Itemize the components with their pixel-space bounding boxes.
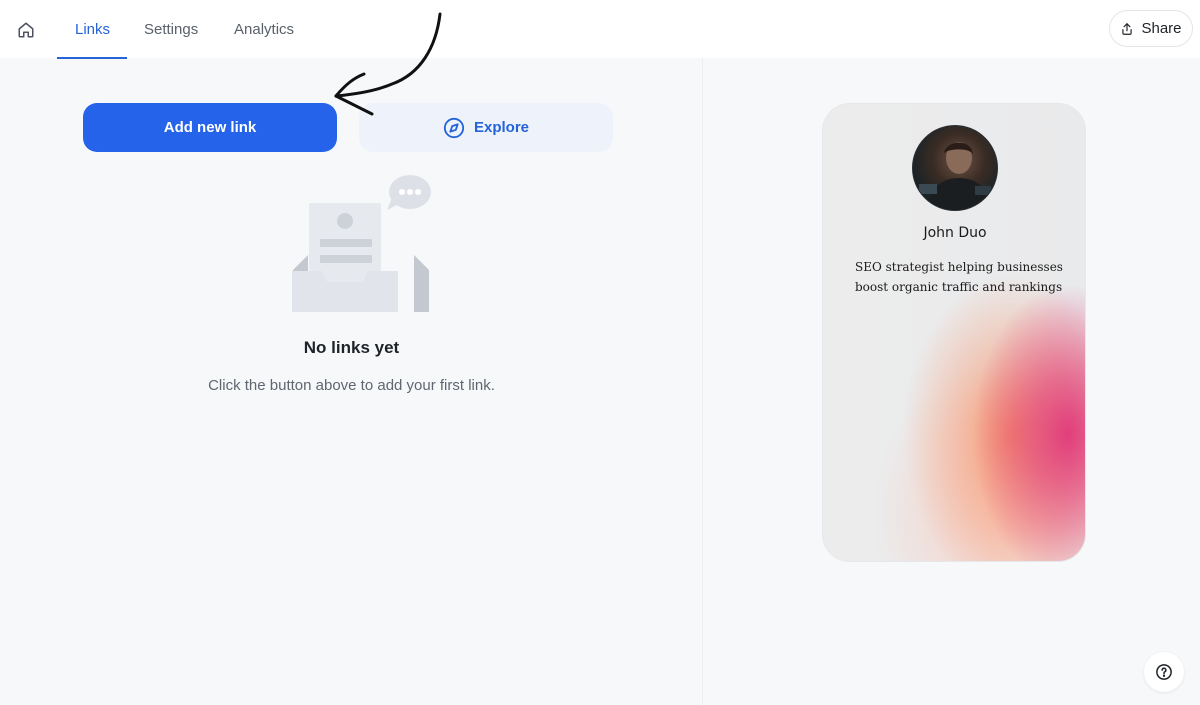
profile-name: John Duo <box>923 225 987 241</box>
profile-bio-line-1: SEO strategist helping businesses <box>855 260 1063 274</box>
active-tab-indicator <box>57 57 127 59</box>
home-icon <box>18 22 34 38</box>
explore-label: Explore <box>473 119 530 136</box>
hand-drawn-arrow <box>334 12 442 116</box>
profile-bio: SEO strategist helping businesses boost … <box>855 257 1065 297</box>
help-circle-icon <box>1156 664 1172 680</box>
share-icon <box>1122 22 1133 35</box>
avatar-photo <box>919 142 991 210</box>
tab-analytics[interactable]: Analytics <box>234 0 294 58</box>
add-new-link-button[interactable]: Add new link <box>83 103 337 152</box>
empty-state-title: No links yet <box>303 338 400 357</box>
share-button[interactable]: Share <box>1109 10 1193 47</box>
profile-preview-card: John Duo SEO strategist helping business… <box>822 103 1086 562</box>
home-button[interactable] <box>12 16 40 44</box>
profile-bio-line-2: boost organic traffic and rankings <box>855 280 1063 294</box>
avatar <box>912 125 998 211</box>
help-button[interactable] <box>1144 652 1184 692</box>
tab-settings[interactable]: Settings <box>144 0 198 58</box>
empty-state-subtitle: Click the button above to add your first… <box>208 377 495 394</box>
tab-links[interactable]: Links <box>75 0 110 58</box>
empty-inbox-illustration <box>292 175 431 312</box>
add-new-link-label: Add new link <box>163 119 257 136</box>
share-label: Share <box>1141 20 1182 37</box>
